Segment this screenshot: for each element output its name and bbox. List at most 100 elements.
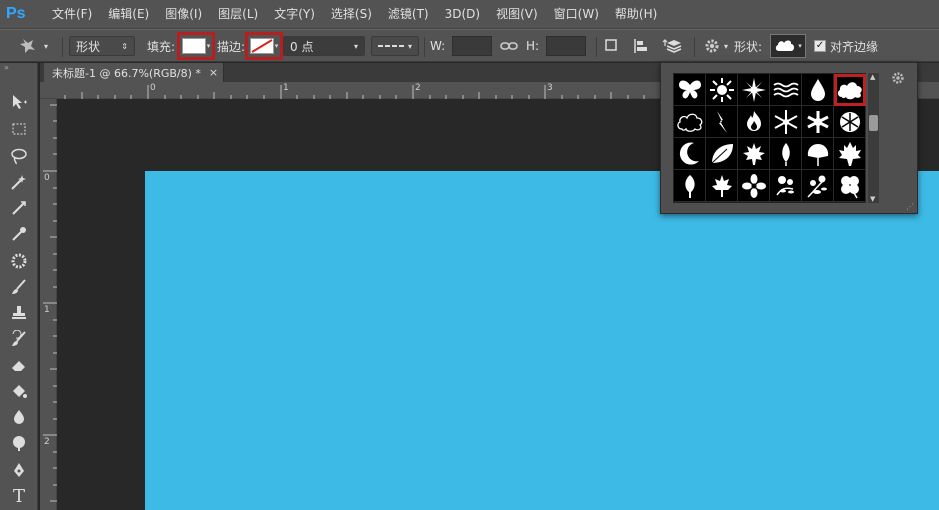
document-tab-title: 未标题-1 @ 66.7%(RGB/8) * [52,66,201,80]
fill-swatch-button[interactable]: ▾ [177,32,215,60]
cloud-shape[interactable] [834,74,866,106]
menu-image[interactable]: 图像(I) [157,0,210,29]
tool-mode-value: 形状 [76,39,101,54]
dodge-tool[interactable] [8,432,30,454]
marquee-tool[interactable] [8,118,30,140]
leaf-shape[interactable] [706,138,738,170]
flower-icon [806,175,827,198]
path-operations-button[interactable] [604,35,620,57]
sparkle-shape[interactable] [738,74,770,106]
path-alignment-button[interactable] [632,35,650,57]
lightning-shape[interactable] [706,106,738,138]
path-arrangement-button[interactable] [662,35,684,57]
maple-leaf3-shape[interactable] [706,170,738,202]
snowflake3-shape[interactable] [834,106,866,138]
type-tool[interactable]: T [8,485,30,507]
blur-tool[interactable] [8,406,30,428]
eyedropper-tool[interactable] [8,223,30,245]
scroll-down-icon[interactable]: ▼ [870,195,875,203]
waves-shape[interactable] [770,74,802,106]
close-icon[interactable]: × [209,66,218,79]
moon-shape[interactable] [674,138,706,170]
menu-3d[interactable]: 3D(D) [437,0,488,29]
align-edges-checkbox[interactable]: ✓ 对齐边缘 [814,35,878,57]
collapse-icon[interactable]: » [0,63,37,73]
flower-shape[interactable] [738,170,770,202]
move-tool[interactable] [8,91,30,113]
menu-type[interactable]: 文字(Y) [266,0,323,29]
leaf-icon [781,142,790,166]
clover-icon [840,175,859,198]
snowflake-icon [839,111,860,132]
menu-select[interactable]: 选择(S) [323,0,380,29]
clone-stamp-tool[interactable] [8,302,30,324]
chevron-down-icon: ▾ [407,41,412,51]
document-tab[interactable]: 未标题-1 @ 66.7%(RGB/8) * × [44,63,224,82]
cloud-outline-shape[interactable] [674,106,706,138]
magic-wand-tool[interactable] [8,171,30,193]
brush-tool[interactable] [8,276,30,298]
picker-settings-button[interactable] [891,71,905,88]
photoshop-window: Ps 文件(F) 编辑(E) 图像(I) 图层(L) 文字(Y) 选择(S) 滤… [0,0,939,510]
menu-layer[interactable]: 图层(L) [210,0,266,29]
menu-edit[interactable]: 编辑(E) [100,0,157,29]
document-canvas[interactable] [145,171,939,510]
raindrop-shape[interactable] [802,74,834,106]
eraser-tool[interactable] [8,354,30,376]
menu-filter[interactable]: 滤镜(T) [380,0,437,29]
sun-shape[interactable] [706,74,738,106]
shape-picker-button[interactable]: ▾ [770,34,806,58]
maple-leaf2-shape[interactable] [834,138,866,170]
leaf2-shape[interactable] [770,138,802,170]
resize-grip-icon[interactable]: ⋰ [906,202,914,211]
fill-color-swatch [181,38,206,54]
toolbox: » T [0,63,38,510]
flower2-shape[interactable] [770,170,802,202]
options-bar: ▾ 形状 ⇕ 填充: ▾ 描边: ▾ 0 点 ▾ ▾ W: H: ▾ 形状: ▾… [0,29,939,62]
snowflake-shape[interactable] [770,106,802,138]
leaf3-shape[interactable] [802,138,834,170]
tree-shape[interactable] [674,170,706,202]
magic-wand-icon [11,175,26,190]
menu-file[interactable]: 文件(F) [44,0,100,29]
pen-tool[interactable] [8,459,30,481]
height-input[interactable] [546,36,586,56]
crop-tool[interactable] [8,197,30,219]
clover-shape[interactable] [834,170,866,202]
stroke-width-value: 0 点 [290,39,314,54]
tool-preset-picker[interactable]: ▾ [18,35,48,57]
snowflake2-shape[interactable] [802,106,834,138]
paint-bucket-tool[interactable] [8,380,30,402]
butterfly-shape[interactable] [674,74,706,106]
menu-window[interactable]: 窗口(W) [546,0,607,29]
lightning-icon [716,110,727,133]
menu-view[interactable]: 视图(V) [488,0,546,29]
chevron-down-icon: ▾ [353,41,358,51]
geometry-options-button[interactable]: ▾ [704,35,728,57]
stroke-label: 描边: [217,39,246,54]
history-brush-tool[interactable] [8,328,30,350]
width-input[interactable] [452,36,492,56]
flower3-shape[interactable] [802,170,834,202]
link-dimensions-button[interactable] [500,35,518,57]
tool-mode-select[interactable]: 形状 ⇕ [69,36,135,56]
healing-brush-tool[interactable] [8,250,30,272]
scrollbar-thumb[interactable] [869,115,878,131]
chevron-down-icon: ▾ [724,41,729,51]
raindrop-icon [810,78,825,101]
scroll-up-icon[interactable]: ▲ [870,73,875,81]
stroke-swatch-button[interactable]: ▾ [245,32,283,60]
fire-shape[interactable] [738,106,770,138]
stroke-type-select[interactable]: ▾ [371,36,419,56]
fire-icon [746,110,761,131]
path-alignment-icon [634,39,647,53]
no-color-swatch-icon [249,38,274,54]
menu-help[interactable]: 帮助(H) [607,0,665,29]
lasso-tool[interactable] [8,145,30,167]
shape-picker-scrollbar[interactable]: ▲ ▼ [868,73,879,203]
blur-drop-icon [14,410,24,424]
flower-icon [775,175,794,195]
stroke-width-input[interactable]: 0 点 ▾ [283,36,365,56]
maple-leaf-shape[interactable] [738,138,770,170]
ruler-label: 1 [44,305,50,315]
